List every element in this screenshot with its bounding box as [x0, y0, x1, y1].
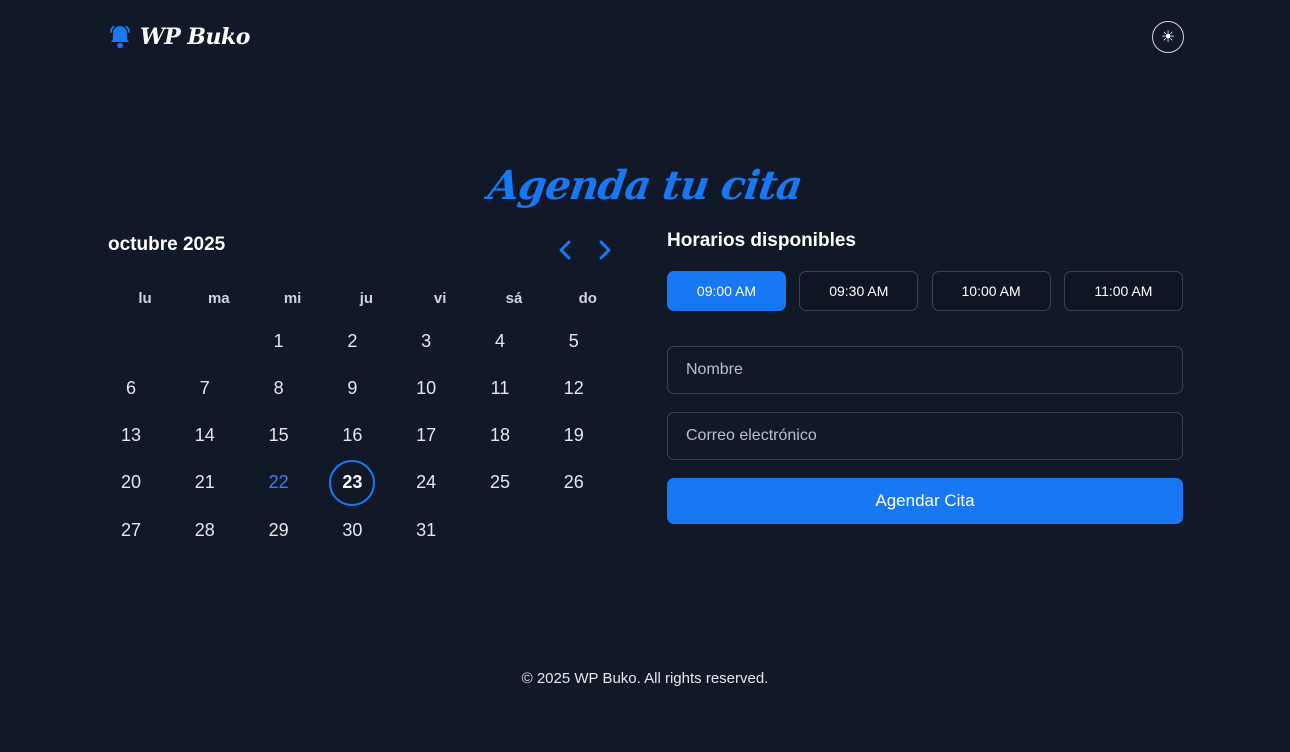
calendar-day[interactable]: 30	[329, 507, 375, 553]
footer-copyright: © 2025 WP Buko. All rights reserved.	[521, 670, 769, 687]
calendar-day[interactable]: 8	[256, 365, 302, 411]
calendar-day[interactable]: 3	[403, 318, 449, 364]
time-slot-button[interactable]: 11:00 AM	[1063, 271, 1183, 311]
time-slots: 09:00 AM 09:30 AM 10:00 AM 11:00 AM	[667, 271, 1183, 311]
bell-icon	[108, 24, 132, 50]
submit-button[interactable]: Agendar Cita	[667, 478, 1183, 524]
calendar-day[interactable]: 21	[182, 460, 228, 506]
calendar-day[interactable]: 1	[256, 318, 302, 364]
calendar-day[interactable]: 23	[329, 459, 376, 506]
calendar-day[interactable]: 6	[108, 365, 154, 411]
calendar-day[interactable]: 27	[108, 507, 154, 553]
calendar-day[interactable]: 12	[551, 365, 597, 411]
email-input[interactable]	[667, 412, 1183, 460]
time-slot-button[interactable]: 09:00 AM	[667, 271, 786, 311]
calendar-day[interactable]: 11	[477, 365, 523, 411]
chevron-left-icon	[559, 240, 571, 260]
calendar-day[interactable]: 14	[182, 413, 228, 459]
calendar-day[interactable]: 16	[329, 413, 375, 459]
page-title: Agenda tu cita	[485, 162, 805, 209]
weekday-label: ma	[207, 290, 230, 307]
calendar-day[interactable]: 17	[403, 413, 449, 459]
weekday-label: vi	[433, 290, 447, 307]
theme-toggle-button[interactable]: ☀	[1152, 21, 1184, 53]
calendar: octubre 2025 lu ma mi ju vi sá do 1 2 3 4 5 6 7 8 9 10 1…	[108, 232, 628, 540]
time-slot-button[interactable]: 10:00 AM	[931, 271, 1051, 311]
weekday-label: sá	[505, 290, 523, 307]
calendar-day[interactable]: 18	[477, 413, 523, 459]
calendar-day[interactable]: 31	[403, 507, 449, 553]
calendar-day[interactable]: 24	[403, 460, 449, 506]
calendar-day[interactable]: 2	[329, 318, 375, 364]
calendar-day[interactable]: 7	[182, 365, 228, 411]
sun-icon: ☀	[1160, 29, 1176, 46]
calendar-header: octubre 2025	[108, 232, 628, 262]
weekday-label: mi	[283, 290, 302, 307]
booking-panel: Horarios disponibles 09:00 AM 09:30 AM 10:…	[667, 230, 1183, 524]
name-input[interactable]	[667, 346, 1183, 394]
calendar-day[interactable]: 10	[403, 365, 449, 411]
weekday-label: lu	[138, 290, 152, 307]
month-label: octubre 2025	[108, 234, 226, 255]
calendar-day[interactable]: 19	[551, 413, 597, 459]
next-month-button[interactable]	[595, 238, 615, 262]
calendar-day[interactable]: 22	[256, 460, 302, 506]
chevron-right-icon	[599, 240, 611, 260]
weekday-row: lu ma mi ju vi sá do	[108, 290, 628, 310]
calendar-day[interactable]: 29	[256, 507, 302, 553]
previous-month-button[interactable]	[555, 238, 575, 262]
calendar-day[interactable]: 25	[477, 460, 523, 506]
slots-title: Horarios disponibles	[667, 230, 856, 251]
weekday-label: do	[578, 290, 597, 307]
time-slot-button[interactable]: 09:30 AM	[799, 271, 919, 311]
calendar-day[interactable]: 5	[551, 318, 597, 364]
site-header: WP Buko ☀	[108, 21, 1184, 54]
weekday-label: ju	[359, 290, 374, 307]
calendar-day[interactable]: 20	[108, 460, 154, 506]
brand-name: WP Buko	[140, 24, 250, 50]
calendar-day[interactable]: 28	[182, 507, 228, 553]
calendar-day[interactable]: 13	[108, 413, 154, 459]
calendar-day[interactable]: 26	[551, 460, 597, 506]
brand-logo[interactable]: WP Buko	[108, 24, 250, 50]
calendar-day[interactable]: 4	[477, 318, 523, 364]
calendar-day[interactable]: 15	[256, 413, 302, 459]
calendar-day[interactable]: 9	[329, 365, 375, 411]
